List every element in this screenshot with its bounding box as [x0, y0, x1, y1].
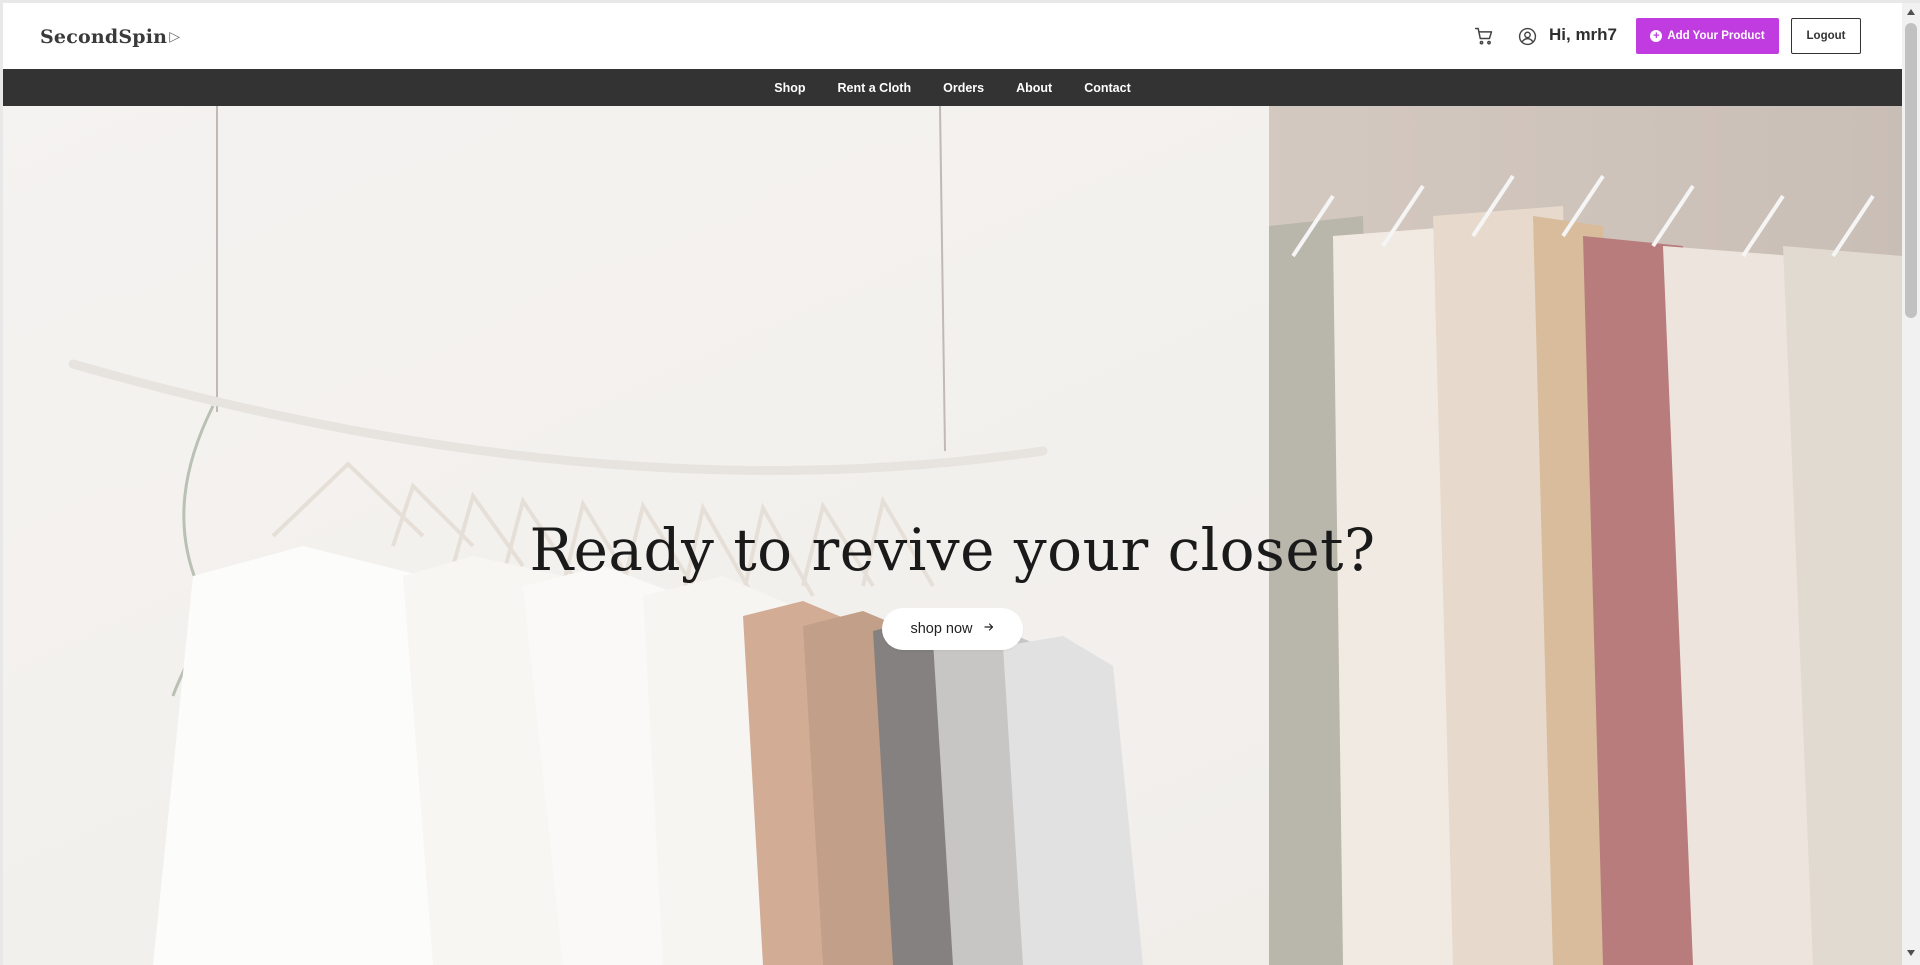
plus-circle-icon: +: [1650, 30, 1663, 42]
shop-now-button[interactable]: shop now: [882, 608, 1023, 650]
main-nav: Shop Rent a Cloth Orders About Contact: [3, 69, 1902, 106]
add-product-button[interactable]: + Add Your Product: [1636, 18, 1779, 54]
user-account-icon[interactable]: [1518, 27, 1537, 46]
logout-button[interactable]: Logout: [1791, 18, 1861, 54]
logo-mark-icon: ▷: [169, 29, 181, 45]
nav-item-about[interactable]: About: [1016, 81, 1052, 95]
page-scrollbar[interactable]: [1902, 3, 1920, 965]
scroll-thumb[interactable]: [1905, 23, 1917, 318]
logo-text: SecondSpin: [40, 26, 168, 48]
shop-now-label: shop now: [910, 621, 973, 637]
nav-item-orders[interactable]: Orders: [943, 81, 984, 95]
scroll-down-arrow-icon[interactable]: [1907, 950, 1915, 956]
user-greeting: Hi, mrh7: [1549, 25, 1618, 44]
site-logo[interactable]: SecondSpin ▷: [40, 26, 180, 48]
nav-item-rent-a-cloth[interactable]: Rent a Cloth: [838, 81, 912, 95]
add-product-label: Add Your Product: [1667, 30, 1765, 42]
arrow-right-icon: [983, 621, 995, 637]
nav-item-contact[interactable]: Contact: [1084, 81, 1131, 95]
cart-icon[interactable]: [1474, 26, 1494, 46]
hero-section: Ready to revive your closet? shop now: [3, 106, 1902, 965]
scroll-up-arrow-icon[interactable]: [1907, 9, 1915, 15]
hero-title: Ready to revive your closet?: [529, 516, 1376, 584]
nav-item-shop[interactable]: Shop: [774, 81, 805, 95]
site-header: SecondSpin ▷ Hi, mrh7 + Add Your Product…: [3, 3, 1902, 69]
